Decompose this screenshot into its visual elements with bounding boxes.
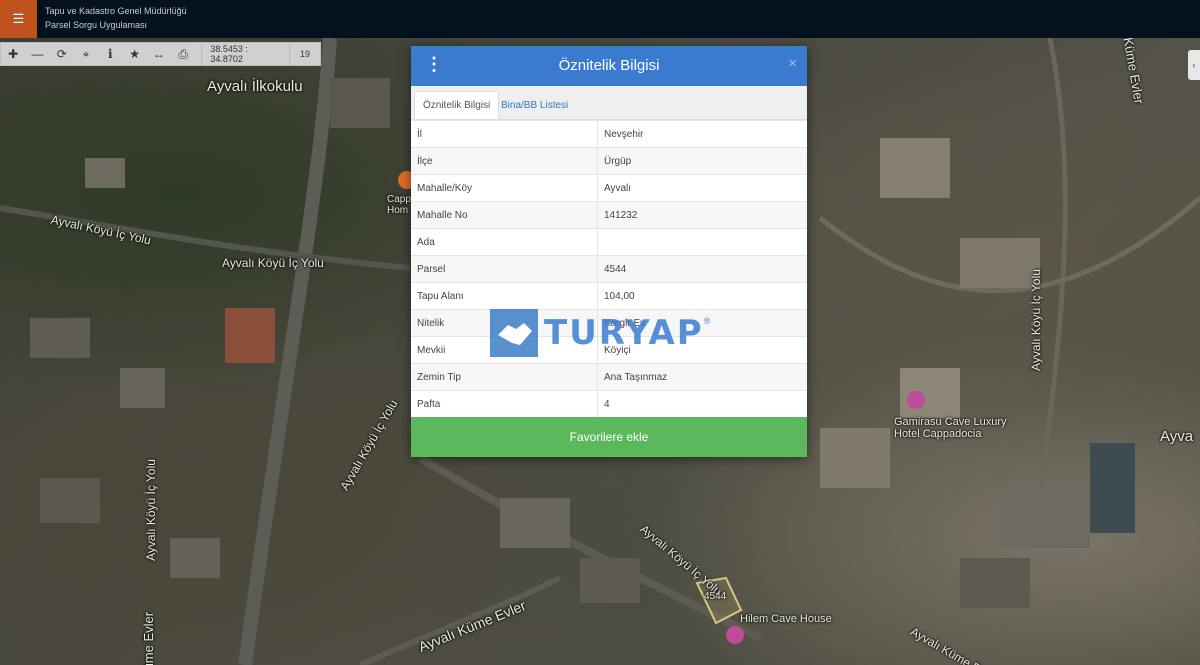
- attribute-key: Zemin Tip: [411, 363, 598, 391]
- attribute-value: Ayvalı: [597, 174, 807, 202]
- attribute-key: Parsel: [411, 255, 598, 283]
- print-icon[interactable]: ⎙: [171, 43, 195, 65]
- table-row: Ada: [411, 228, 807, 256]
- dialog-tabs: Öznitelik Bilgisi Bina/BB Listesi: [411, 86, 807, 120]
- attribute-value: Ürgüp: [597, 147, 807, 175]
- app-brand: Tapu ve Kadastro Genel Müdürlüğü Parsel …: [45, 4, 187, 32]
- dialog-header: ⋮ Öznitelik Bilgisi ×: [411, 46, 807, 86]
- locate-icon[interactable]: ⌖: [74, 43, 98, 65]
- attribute-key: İlçe: [411, 147, 598, 175]
- table-row: Zemin Tip Ana Taşınmaz: [411, 363, 807, 391]
- attribute-table: İl Nevşehir İlçe Ürgüp Mahalle/Köy Ayvalı Maha…: [411, 120, 807, 417]
- chevron-left-icon[interactable]: ‹: [1188, 50, 1200, 80]
- table-row: Parsel 4544: [411, 255, 807, 283]
- table-row: Mahalle/Köy Ayvalı: [411, 174, 807, 202]
- attribute-key: Ada: [411, 228, 598, 256]
- watermark-text: TURYAP: [544, 313, 704, 353]
- info-icon[interactable]: i: [98, 43, 122, 65]
- table-row: Tapu Alanı 104,00: [411, 282, 807, 310]
- attribute-key: Pafta: [411, 390, 598, 417]
- coordinate-readout: 38.5453 : 34.8702: [201, 43, 289, 65]
- app-name: Parsel Sorgu Uygulaması: [45, 20, 148, 30]
- attribute-key: Mahalle/Köy: [411, 174, 598, 202]
- map-label-road: Ayvalı Köyü İç Yolu: [1028, 269, 1043, 371]
- attribute-value: 4544: [597, 255, 807, 283]
- measure-icon[interactable]: ↔: [147, 43, 171, 65]
- attribute-value: Nevşehir: [597, 120, 807, 148]
- map-label-ayva: Ayva: [1160, 428, 1194, 445]
- map-label-cave-house: Hilem Cave House: [740, 613, 832, 625]
- attribute-value: [597, 228, 807, 256]
- map-label-school: Ayvalı İlkokulu: [207, 78, 303, 95]
- zoom-in-icon[interactable]: ✚: [1, 43, 25, 65]
- attribute-key: İl: [411, 120, 598, 148]
- hamburger-icon[interactable]: ☰: [0, 0, 37, 38]
- map-toolbar: ✚ — ⟳ ⌖ i ★ ↔ ⎙ 38.5453 : 34.8702 19: [0, 42, 321, 66]
- tab-attribute-info[interactable]: Öznitelik Bilgisi: [414, 91, 500, 119]
- turyap-watermark: TURYAP ®: [490, 308, 720, 358]
- favorite-star-icon[interactable]: ★: [122, 43, 146, 65]
- attribute-dialog: ⋮ Öznitelik Bilgisi × Öznitelik Bilgisi …: [411, 46, 807, 457]
- attribute-value: 104,00: [597, 282, 807, 310]
- table-row: Pafta 4: [411, 390, 807, 417]
- app-header: ☰ Tapu ve Kadastro Genel Müdürlüğü Parse…: [0, 0, 1200, 38]
- attribute-value: 141232: [597, 201, 807, 229]
- table-row: İl Nevşehir: [411, 120, 807, 148]
- map-label-hotel: Gamirasu Cave Luxury Hotel Cappadocia: [894, 416, 1007, 440]
- map-label-poi: Capp Hom: [387, 194, 411, 216]
- close-icon[interactable]: ×: [788, 55, 797, 72]
- table-row: Mahalle No 141232: [411, 201, 807, 229]
- tab-building-list[interactable]: Bina/BB Listesi: [493, 91, 576, 119]
- attribute-key: Mahalle No: [411, 201, 598, 229]
- table-row: İlçe Ürgüp: [411, 147, 807, 175]
- zoom-out-icon[interactable]: —: [25, 43, 49, 65]
- attribute-value: 4: [597, 390, 807, 417]
- org-name: Tapu ve Kadastro Genel Müdürlüğü: [45, 6, 187, 16]
- refresh-icon[interactable]: ⟳: [50, 43, 74, 65]
- add-favorite-button[interactable]: Favorilere ekle: [411, 417, 807, 457]
- zoom-level: 19: [288, 43, 320, 65]
- watermark-registered: ®: [703, 316, 711, 326]
- map-label-road: Ayvalı Köyü İç Yolu: [222, 256, 324, 270]
- dialog-title: Öznitelik Bilgisi: [558, 57, 660, 74]
- map-label-kume: Küme Evler: [141, 611, 157, 665]
- map-label-road: Ayvalı Köyü İç Yolu: [143, 459, 158, 561]
- map-label-parcel: 4544: [704, 591, 727, 602]
- attribute-value: Ana Taşınmaz: [597, 363, 807, 391]
- attribute-key: Tapu Alanı: [411, 282, 598, 310]
- handshake-icon: [490, 309, 538, 357]
